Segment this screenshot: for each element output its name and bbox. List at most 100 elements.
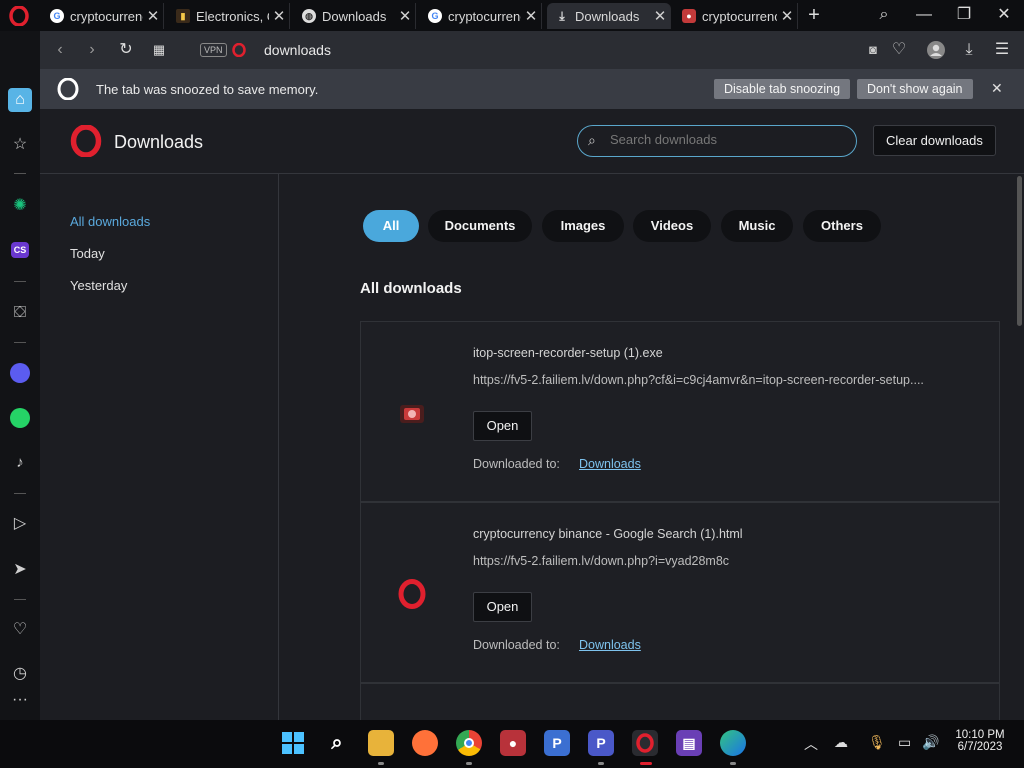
filter-music[interactable]: Music — [721, 210, 793, 242]
downloads-icon[interactable]: ⤓ — [959, 40, 979, 60]
sidebar-separator — [14, 342, 26, 343]
heart-icon[interactable]: ♡ — [8, 617, 32, 641]
send-icon[interactable]: ➤ — [8, 557, 32, 581]
close-icon[interactable]: ✕ — [269, 7, 289, 25]
clipchamp-icon[interactable]: ▤ — [676, 730, 702, 756]
file-explorer-icon[interactable] — [368, 730, 394, 756]
chrome-icon[interactable] — [456, 730, 482, 756]
chevron-up-icon[interactable]: ︿ — [804, 734, 818, 754]
tab-6[interactable]: ● cryptocurrenc ✕ — [674, 3, 798, 29]
search-input[interactable] — [610, 132, 840, 147]
camera-icon[interactable]: ◙ — [863, 40, 883, 60]
disable-tab-snoozing-button[interactable]: Disable tab snoozing — [714, 79, 851, 99]
microphone-icon[interactable]: 🎙 — [868, 734, 886, 751]
shopping-bag-icon[interactable]: ⛋ — [8, 301, 32, 325]
tab-5-active[interactable]: ⤓ Downloads ✕ — [547, 3, 671, 29]
more-icon[interactable]: ··· — [8, 688, 32, 712]
opera-site-icon — [232, 43, 246, 57]
open-button[interactable]: Open — [473, 592, 532, 622]
download-item: itop-screen-recorder-setup (1).exe https… — [360, 321, 1000, 502]
new-tab-button[interactable]: + — [805, 4, 823, 26]
google-icon: G — [50, 9, 64, 23]
search-tabs-icon[interactable]: ⌕ — [872, 4, 896, 26]
vpn-badge[interactable]: VPN — [200, 43, 227, 57]
downloads-folder-link[interactable]: Downloads — [579, 457, 641, 471]
file-url[interactable]: https://fv5-2.failiem.lv/down.php?i=vyad… — [473, 554, 973, 568]
start-icon[interactable] — [280, 730, 306, 756]
close-icon[interactable]: ✕ — [777, 7, 797, 25]
filter-images[interactable]: Images — [542, 210, 624, 242]
forward-icon[interactable]: › — [82, 40, 102, 60]
download-item: cryptocurrency binance - Google Search (… — [360, 502, 1000, 683]
minimize-button[interactable]: — — [912, 4, 936, 26]
nav-item-yesterday[interactable]: Yesterday — [70, 278, 127, 293]
dont-show-again-button[interactable]: Don't show again — [857, 79, 973, 99]
scrollbar[interactable] — [1015, 174, 1024, 720]
clear-downloads-button[interactable]: Clear downloads — [873, 125, 996, 156]
restore-button[interactable]: ❐ — [952, 4, 976, 26]
messenger-icon[interactable] — [8, 361, 32, 385]
file-name[interactable]: cryptocurrency binance - Google Search (… — [473, 527, 743, 541]
reload-icon[interactable]: ↻ — [116, 40, 136, 60]
clock[interactable]: 10:10 PM 6/7/2023 — [950, 729, 1010, 753]
close-icon[interactable]: ✕ — [143, 7, 163, 25]
close-icon[interactable]: ✕ — [650, 7, 670, 25]
back-icon[interactable]: ‹ — [50, 40, 70, 60]
running-indicator — [466, 762, 472, 765]
address-bar: ‹ › ↻ ▦ VPN downloads ◙ ♡ ⤓ ☰ — [40, 31, 1024, 69]
filter-all[interactable]: All — [363, 210, 419, 242]
close-icon[interactable]: ✕ — [991, 80, 1003, 97]
profile-icon[interactable] — [926, 40, 946, 60]
network-icon[interactable]: ▭ — [898, 734, 911, 751]
easy-setup-icon[interactable]: ☰ — [992, 40, 1012, 60]
home-icon[interactable]: ⌂ — [8, 88, 32, 112]
open-button[interactable]: Open — [473, 411, 532, 441]
opera-sidebar: ⌂ ☆ ✺ CS ⛋ ♪ ▷ ➤ ♡ ◷ ··· — [0, 31, 40, 720]
tab-1[interactable]: G cryptocurrenc ✕ — [42, 3, 164, 29]
scroll-thumb[interactable] — [1017, 176, 1022, 326]
p-app-icon[interactable]: P — [588, 730, 614, 756]
whatsapp-icon[interactable] — [8, 406, 32, 430]
itop-icon: ● — [682, 9, 696, 23]
player-icon[interactable]: ▷ — [8, 511, 32, 535]
opera-logo-icon — [70, 125, 102, 157]
opera-icon — [398, 579, 426, 609]
tab-strip: G cryptocurrenc ✕ ▮ Electronics, C ✕ ◍ D… — [0, 0, 1024, 31]
filter-documents[interactable]: Documents — [428, 210, 532, 242]
opera-menu-icon[interactable] — [9, 6, 29, 26]
opera-taskbar-icon[interactable] — [632, 730, 658, 756]
chatsonic-icon[interactable]: CS — [8, 238, 32, 262]
tab-2[interactable]: ▮ Electronics, C ✕ — [168, 3, 290, 29]
chatgpt-icon[interactable]: ✺ — [8, 193, 32, 217]
tab-3[interactable]: ◍ Downloads ✕ — [294, 3, 416, 29]
heart-icon[interactable]: ♡ — [889, 40, 909, 60]
search-icon[interactable]: ⌕ — [324, 730, 350, 756]
running-indicator — [730, 762, 736, 765]
volume-icon[interactable]: 🔊 — [922, 734, 939, 751]
tab-grid-icon[interactable]: ▦ — [149, 40, 169, 60]
downloads-folder-link[interactable]: Downloads — [579, 638, 641, 652]
downloaded-to-label: Downloaded to: — [473, 638, 560, 652]
url-field[interactable]: downloads — [264, 42, 331, 58]
close-icon[interactable]: ✕ — [521, 7, 541, 25]
downloads-page: Downloads ⌕ Clear downloads All download… — [40, 109, 1024, 723]
page-header: Downloads ⌕ Clear downloads — [40, 109, 1024, 174]
filter-others[interactable]: Others — [803, 210, 881, 242]
nav-item-today[interactable]: Today — [70, 246, 105, 261]
p-app-icon[interactable]: P — [544, 730, 570, 756]
file-url[interactable]: https://fv5-2.failiem.lv/down.php?cf&i=c… — [473, 373, 973, 387]
screen-recorder-icon[interactable]: ● — [500, 730, 526, 756]
close-window-button[interactable]: ✕ — [992, 4, 1016, 26]
bookmarks-star-icon[interactable]: ☆ — [8, 132, 32, 156]
firefox-icon[interactable] — [412, 730, 438, 756]
close-icon[interactable]: ✕ — [395, 7, 415, 25]
filter-videos[interactable]: Videos — [633, 210, 711, 242]
file-name[interactable]: itop-screen-recorder-setup (1).exe — [473, 346, 663, 360]
history-icon[interactable]: ◷ — [8, 661, 32, 685]
edge-icon[interactable] — [720, 730, 746, 756]
onedrive-icon[interactable]: ☁ — [834, 734, 848, 751]
tab-4[interactable]: G cryptocurrenc ✕ — [420, 3, 542, 29]
tiktok-icon[interactable]: ♪ — [8, 450, 32, 474]
nav-item-all-downloads[interactable]: All downloads — [70, 214, 150, 229]
search-box[interactable]: ⌕ — [577, 125, 857, 157]
